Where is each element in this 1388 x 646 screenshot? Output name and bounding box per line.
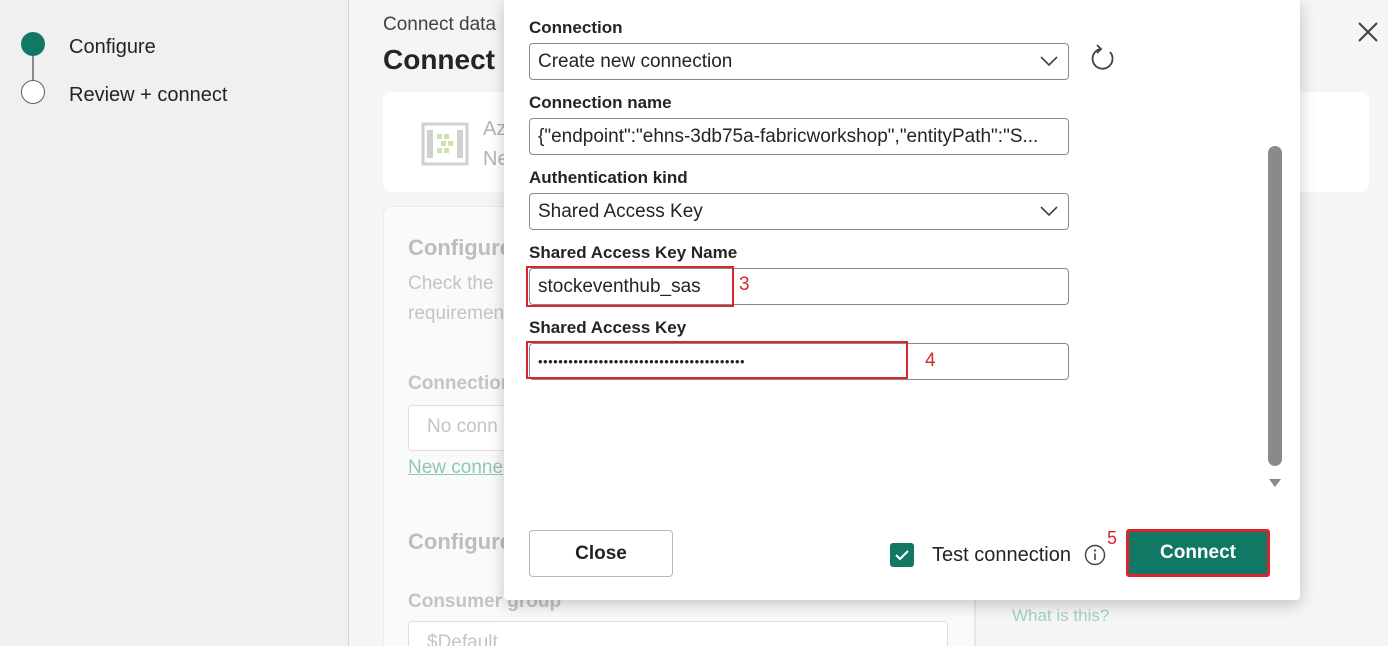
connection-name-input[interactable]: {"endpoint":"ehns-3db75a-fabricworkshop"… (529, 118, 1069, 155)
connection-label: Connection (408, 373, 513, 394)
step-active-indicator (21, 32, 45, 56)
annotation-label-4: 4 (925, 350, 936, 371)
annotation-label-5: 5 (1107, 528, 1118, 548)
authentication-kind-value: Shared Access Key (538, 201, 703, 222)
info-icon[interactable] (1084, 544, 1106, 566)
annotation-highlight-4 (526, 341, 908, 379)
configure-description: Check the (408, 273, 494, 294)
close-icon[interactable] (1356, 20, 1380, 44)
consumer-group-input[interactable]: $Default (408, 621, 948, 646)
shared-access-key-name-label: Shared Access Key Name (529, 243, 738, 262)
configure-description-2: requirement (408, 303, 510, 324)
step-configure[interactable]: Configure (69, 36, 156, 59)
event-hub-icon (421, 122, 469, 166)
test-connection-checkbox[interactable] (890, 543, 914, 567)
what-is-this-link[interactable]: What is this? (1012, 606, 1109, 626)
connect-button[interactable]: Connect (1126, 529, 1270, 577)
shared-access-key-label: Shared Access Key (529, 318, 687, 337)
new-connection-dialog: Connection Create new connection Connect… (504, 0, 1300, 600)
annotation-label-3: 3 (739, 274, 750, 295)
configure-heading-2: Configure (408, 529, 512, 554)
authentication-kind-dropdown[interactable]: Shared Access Key (529, 193, 1069, 230)
scroll-down-arrow-icon[interactable] (1268, 478, 1282, 488)
connection-label: Connection (529, 18, 623, 37)
breadcrumb: Connect data (383, 14, 497, 35)
source-name: Az (483, 118, 507, 140)
chevron-down-icon (1040, 56, 1058, 67)
refresh-icon[interactable] (1088, 44, 1118, 74)
close-button[interactable]: Close (529, 530, 673, 577)
checkmark-icon (895, 550, 909, 561)
new-connection-link[interactable]: New conne (408, 457, 503, 479)
chevron-down-icon (1040, 206, 1058, 217)
scrollbar-thumb[interactable] (1268, 146, 1282, 466)
wizard-stepper: Configure Review + connect (0, 0, 348, 646)
annotation-highlight-3 (526, 266, 734, 307)
connection-dropdown-value: Create new connection (538, 51, 733, 72)
step-pending-indicator (21, 80, 45, 104)
step-review-connect[interactable]: Review + connect (69, 84, 227, 107)
test-connection-label: Test connection (932, 544, 1071, 566)
connection-name-label: Connection name (529, 93, 672, 112)
authentication-kind-label: Authentication kind (529, 168, 688, 187)
page-title: Connect (383, 44, 495, 75)
connection-dropdown[interactable]: Create new connection (529, 43, 1069, 80)
configure-heading: Configure (408, 235, 512, 260)
